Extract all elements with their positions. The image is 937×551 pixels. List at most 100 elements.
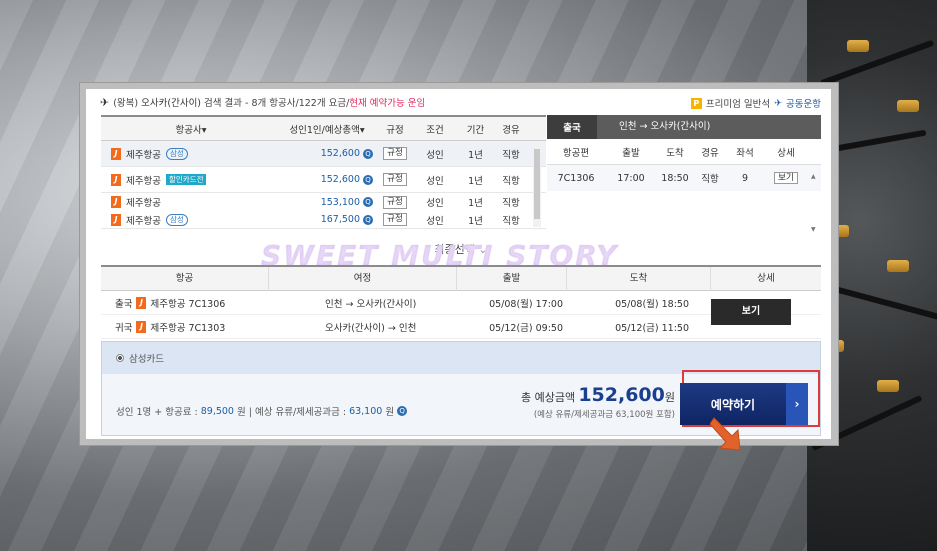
destination: 오사카(간사이) <box>356 298 417 310</box>
airline-name: 제주항공 <box>126 215 161 227</box>
header-condition: 조건 <box>426 124 444 136</box>
card-tag: 삼성 <box>165 213 188 226</box>
detail-scrollbar[interactable]: ▲ ▼ <box>811 173 819 233</box>
col-detail: 상세 <box>757 272 775 284</box>
search-icon[interactable]: Q <box>363 148 373 159</box>
discount-tag: 할인카드전 <box>165 174 207 185</box>
flight-row[interactable]: J 제주항공 삼성 152,600 Q 규정 성인 1년 직항 <box>101 141 546 167</box>
tax-suffix: 원 <box>385 407 395 418</box>
flight-list: 항공사▾ 성인1인/예상총액▾ 규정 조건 기간 경유 J 제주항공 삼성 152,… <box>101 115 546 231</box>
chevron-right-icon: › <box>786 383 808 425</box>
flight-detail: 출국 인천 → 오사카(간사이) 항공편 출발 도착 경유 좌석 상세 7C13… <box>547 115 821 233</box>
flight-row[interactable]: J 제주항공 153,100 Q 규정 성인 1년 직항 <box>101 193 546 211</box>
fare-period: 1년 <box>468 198 483 209</box>
fare-condition: 성인 <box>426 215 444 227</box>
fare-amount: 89,500 <box>200 405 234 417</box>
header-via: 경유 <box>502 124 520 136</box>
origin: 인천 <box>325 298 343 310</box>
fare-period: 1년 <box>468 175 483 187</box>
pointer-arrow-icon <box>710 417 741 451</box>
list-scrollbar[interactable] <box>533 147 541 227</box>
jejuair-logo-icon: J <box>111 213 121 226</box>
card-tag: 삼성 <box>165 147 188 160</box>
jejuair-logo-icon: J <box>136 320 147 333</box>
flight-row[interactable]: J 제주항공 삼성 167,500 Q 규정 성인 1년 직항 <box>101 211 546 229</box>
col-arrival: 도착 <box>567 266 711 291</box>
col-arrival: 도착 <box>666 147 684 159</box>
rule-button[interactable]: 규정 <box>383 147 407 160</box>
search-icon[interactable]: Q <box>363 197 373 207</box>
flight-booking-panel: ✈ (왕복) 오사카(간사이) 검색 결과 - 8개 항공사/122개 요금/ … <box>86 89 831 451</box>
col-seats: 좌석 <box>736 147 754 159</box>
sort-price[interactable]: 성인1인/예상총액▾ <box>281 122 377 136</box>
jejuair-logo-icon: J <box>111 147 121 160</box>
premium-label: 프리미엄 일반석 <box>705 99 771 110</box>
total-price: 152,600 <box>578 384 665 406</box>
search-icon[interactable]: Q <box>397 406 408 416</box>
header-period: 기간 <box>466 124 485 136</box>
rule-button[interactable]: 규정 <box>383 195 407 209</box>
origin: 오사카(간사이) <box>325 322 385 334</box>
fare-via: 직항 <box>502 175 520 187</box>
flight-list-header: 항공사▾ 성인1인/예상총액▾ 규정 조건 기간 경유 <box>101 117 546 141</box>
fare-via: 직항 <box>502 149 520 161</box>
search-icon[interactable]: Q <box>363 174 373 185</box>
search-icon[interactable]: Q <box>363 214 373 225</box>
codeshare-icon: ✈ <box>774 97 783 109</box>
sort-airline[interactable]: 항공사▾ <box>101 122 281 136</box>
arrival-time: 18:50 <box>661 172 689 184</box>
departure: 05/12(금) 09:50 <box>489 322 563 334</box>
jejuair-logo-icon: J <box>111 196 121 208</box>
card-label: 삼성카드 <box>129 354 164 365</box>
arrival: 05/12(금) 11:50 <box>615 322 689 334</box>
col-departure: 출발 <box>622 147 640 159</box>
rule-button[interactable]: 규정 <box>383 213 407 226</box>
flight-number: 7C1306 <box>557 172 595 184</box>
via: 직항 <box>701 174 719 185</box>
direction: 귀국 <box>115 322 133 334</box>
total-amount: 총 예상금액 152,600원 (예상 유류/제세공과금 63,100원 포함) <box>510 384 675 420</box>
detail-row: 7C1306 17:00 18:50 직항 9 보기 <box>547 165 821 191</box>
fare-price: 152,600 <box>320 148 360 159</box>
total-note: (예상 유류/제세공과금 63,100원 포함) <box>533 410 675 420</box>
total-label: 총 예상금액 <box>521 391 576 404</box>
view-button[interactable]: 보기 <box>711 299 791 325</box>
book-button-label: 예약하기 <box>710 397 756 412</box>
available-fares: 현재 예약가능 운임 <box>349 98 426 109</box>
flight-row[interactable]: J 제주항공 할인카드전 152,600 Q 규정 성인 1년 직항 <box>101 167 546 193</box>
col-airline: 항공 <box>101 266 269 291</box>
premium-icon: P <box>690 97 702 109</box>
departure: 05/08(월) 17:00 <box>489 298 563 310</box>
tax-amount: 63,100 <box>349 405 383 417</box>
destination: 오사카(간사이) <box>141 98 202 109</box>
search-summary: 검색 결과 - 8개 항공사/122개 요금/ <box>204 98 350 109</box>
detail-header: 출국 인천 → 오사카(간사이) <box>547 115 821 139</box>
fare-via: 직항 <box>502 198 520 209</box>
fare-condition: 성인 <box>426 175 444 187</box>
detail-columns: 항공편 출발 도착 경유 좌석 상세 <box>547 139 821 165</box>
view-detail-button[interactable]: 보기 <box>774 172 798 184</box>
col-via: 경유 <box>701 147 719 159</box>
radio-icon[interactable] <box>116 354 124 362</box>
col-flight: 항공편 <box>562 147 590 159</box>
fare-period: 1년 <box>468 215 483 227</box>
airline-name: 제주항공 <box>126 175 161 187</box>
fare-price: 152,600 <box>320 174 360 185</box>
departure-time: 17:00 <box>617 172 645 184</box>
airline-name: 제주항공 <box>126 149 161 161</box>
route-label: 인천 → 오사카(간사이) <box>597 115 821 139</box>
summary-header: 항공 여정 출발 도착 상세 <box>101 266 821 291</box>
fare-breakdown: 성인 1명 + 항공료 : 89,500 원 | 예상 유류/제세공과금 : 6… <box>116 404 408 418</box>
trip-type: (왕복) <box>113 98 139 109</box>
flight: 제주항공 7C1306 <box>150 298 226 310</box>
rule-button[interactable]: 규정 <box>383 173 407 186</box>
fare-price: 153,100 <box>320 196 360 208</box>
flight: 제주항공 7C1303 <box>150 322 226 334</box>
col-detail: 상세 <box>777 147 795 159</box>
fare-suffix: 원 | 예상 유류/제세공과금 : <box>236 407 347 418</box>
arrival: 05/08(월) 18:50 <box>615 298 689 310</box>
col-itinerary: 여정 <box>269 266 457 291</box>
fare-price: 167,500 <box>320 214 360 225</box>
currency: 원 <box>664 391 675 404</box>
destination: 인천 <box>398 322 417 334</box>
